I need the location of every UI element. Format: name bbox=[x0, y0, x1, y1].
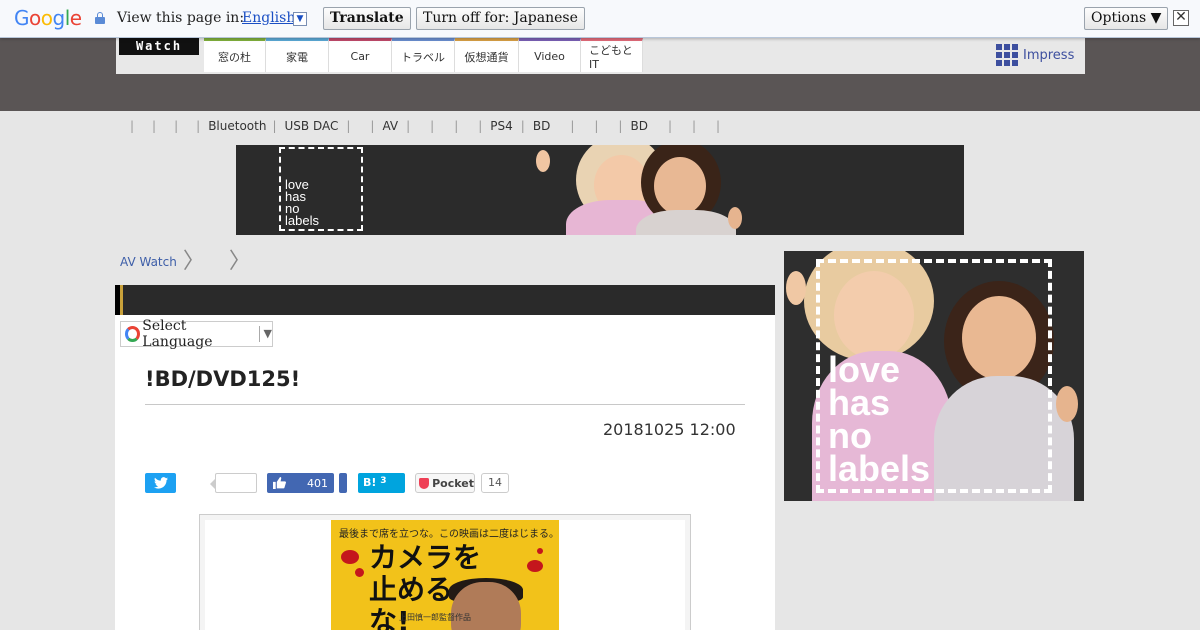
tab-crypto[interactable]: 仮想通貨 bbox=[455, 38, 519, 72]
impress-grid-icon bbox=[996, 44, 1018, 66]
subnav-separator: | bbox=[370, 119, 375, 133]
turn-off-button[interactable]: Turn off for: Japanese bbox=[416, 7, 585, 30]
subnav-link[interactable]: Bluetooth bbox=[208, 119, 266, 133]
pocket-count: 14 bbox=[481, 473, 509, 493]
language-link[interactable]: English bbox=[242, 10, 295, 26]
subnav-separator: | bbox=[667, 119, 672, 133]
thumbs-up-icon bbox=[273, 477, 286, 489]
sub-navigation: | | | | Bluetooth | USB DAC | | AV | | | | PS4 | BD | | | BD… bbox=[130, 119, 720, 133]
impress-label: Impress bbox=[1023, 47, 1075, 63]
hatena-icon: B! bbox=[363, 476, 377, 489]
tab-kodomo-it[interactable]: こどもとIT bbox=[581, 38, 643, 72]
hatena-count: 3 bbox=[380, 476, 387, 486]
subnav-separator: | bbox=[406, 119, 411, 133]
hatena-bookmark-button[interactable]: B! 3 bbox=[358, 473, 405, 493]
title-divider bbox=[145, 404, 745, 405]
subnav-link[interactable]: PS4 bbox=[490, 119, 513, 133]
facebook-share-button[interactable] bbox=[339, 473, 347, 493]
close-icon[interactable]: ✕ bbox=[1173, 10, 1189, 26]
poster-tagline: 最後まで席を立つな。この映画は二度はじまる。 bbox=[339, 529, 559, 540]
subnav-separator: | bbox=[152, 119, 157, 133]
tweet-count-box bbox=[210, 473, 257, 493]
subnav-separator: | bbox=[618, 119, 623, 133]
subnav-separator: | bbox=[346, 119, 351, 133]
tab-kaden[interactable]: 家電 bbox=[266, 38, 329, 72]
tab-car[interactable]: Car bbox=[329, 38, 392, 72]
article-photo-frame: 最後まで席を立つな。この映画は二度はじまる。 カメラを 止めるな! 上田慎一郎監… bbox=[199, 514, 691, 630]
google-logo: Google bbox=[14, 6, 82, 30]
subnav-separator: | bbox=[174, 119, 179, 133]
article-category-bar bbox=[115, 285, 775, 315]
subnav-separator: | bbox=[272, 119, 277, 133]
subnav-link[interactable]: USB DAC bbox=[285, 119, 339, 133]
breadcrumb-separator-icon: 〉 bbox=[182, 249, 205, 274]
pocket-label: Pocket bbox=[432, 476, 474, 490]
google-g-icon bbox=[125, 326, 141, 342]
pocket-icon bbox=[419, 477, 430, 489]
select-language-dropdown[interactable]: Select Language ▼ bbox=[120, 318, 273, 350]
translate-button[interactable]: Translate bbox=[323, 7, 411, 30]
breadcrumb-home-link[interactable]: AV Watch bbox=[120, 255, 177, 269]
chevron-down-icon: ▼ bbox=[258, 326, 272, 342]
facebook-like-count: 401 bbox=[307, 476, 328, 490]
options-button[interactable]: Options ▼ bbox=[1084, 7, 1169, 30]
sidebar-ad[interactable]: love has no labels bbox=[784, 251, 1084, 501]
poster-credit: 上田慎一郎監督作品 bbox=[399, 613, 471, 622]
translate-bar: Google View this page in: English ▼ Tran… bbox=[0, 0, 1200, 38]
subnav-link[interactable]: BD bbox=[533, 119, 550, 133]
twitter-bird-icon bbox=[153, 477, 168, 489]
article: Select Language ▼ !BD/DVD125! 20181025 1… bbox=[115, 285, 775, 630]
article-date: 20181025 12:00 bbox=[603, 420, 736, 439]
site-tabs: 窓の杜 家電 Car トラベル 仮想通貨 Video こどもとIT bbox=[204, 38, 643, 72]
select-language-label: Select Language bbox=[142, 318, 213, 350]
subnav-link[interactable]: BD bbox=[630, 119, 647, 133]
tab-video[interactable]: Video bbox=[519, 38, 581, 72]
watch-logo[interactable]: Watch bbox=[119, 38, 199, 55]
pocket-button[interactable]: Pocket bbox=[415, 473, 475, 493]
subnav-separator: | bbox=[520, 119, 525, 133]
subnav-separator: | bbox=[478, 119, 483, 133]
banner-brand-box: love has no labels bbox=[279, 147, 363, 231]
subnav-separator: | bbox=[692, 119, 697, 133]
impress-logo[interactable]: Impress bbox=[996, 44, 1074, 66]
chevron-down-icon[interactable]: ▼ bbox=[293, 12, 307, 26]
article-title: !BD/DVD125! bbox=[145, 367, 301, 391]
subnav-separator: | bbox=[594, 119, 599, 133]
tab-madonomori[interactable]: 窓の杜 bbox=[204, 38, 266, 72]
subnav-separator: | bbox=[196, 119, 201, 133]
lock-icon bbox=[95, 12, 105, 24]
view-page-label: View this page in: bbox=[117, 10, 245, 26]
subnav-separator: | bbox=[130, 119, 135, 133]
twitter-share-button[interactable] bbox=[145, 473, 176, 493]
subnav-separator: | bbox=[716, 119, 721, 133]
subnav-separator: | bbox=[454, 119, 459, 133]
subnav-separator: | bbox=[570, 119, 575, 133]
top-banner-ad[interactable]: love has no labels bbox=[236, 145, 964, 235]
subnav-separator: | bbox=[430, 119, 435, 133]
sidebar-brand-box: love has no labels bbox=[816, 259, 1052, 493]
subnav-link[interactable]: AV bbox=[382, 119, 398, 133]
breadcrumb: AV Watch 〉 〉 bbox=[120, 249, 251, 274]
tab-travel[interactable]: トラベル bbox=[392, 38, 455, 72]
breadcrumb-separator-icon: 〉 bbox=[228, 249, 251, 274]
movie-poster-image[interactable]: 最後まで席を立つな。この映画は二度はじまる。 カメラを 止めるな! 上田慎一郎監… bbox=[331, 520, 559, 630]
facebook-like-button[interactable]: 401 bbox=[267, 473, 334, 493]
